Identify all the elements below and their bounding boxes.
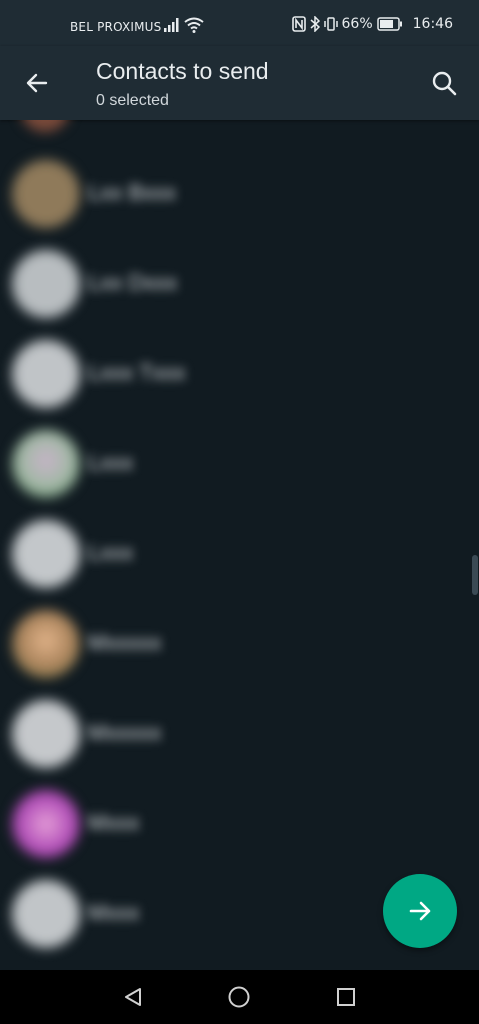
contact-row[interactable]: Mxxxxx [0, 690, 479, 780]
signal-icon [164, 18, 179, 32]
contact-name: Lxxx [88, 450, 134, 475]
arrow-right-icon [409, 901, 431, 921]
battery-icon [376, 17, 402, 31]
contact-name: Mxxx [88, 900, 140, 925]
search-button[interactable] [427, 66, 461, 100]
arrow-left-icon [26, 73, 48, 93]
contact-name: Lxxx Txxx [88, 360, 186, 385]
avatar [12, 520, 80, 588]
nav-recents-button[interactable] [326, 977, 366, 1017]
clock: 16:46 [412, 16, 453, 32]
contact-name: Mxxx [88, 810, 140, 835]
status-right-group: 66% 16:46 [291, 16, 453, 32]
bluetooth-icon [310, 16, 320, 32]
send-fab-button[interactable] [383, 874, 457, 948]
scrollbar-thumb[interactable] [472, 555, 478, 595]
avatar [12, 430, 80, 498]
contact-name: Mxxxxx [88, 630, 162, 655]
status-bar: BEL PROXIMUS 66% 16:46 [0, 0, 479, 46]
contact-name: Lxx Dxxx [88, 270, 178, 295]
app-bar: Contacts to send 0 selected [0, 46, 479, 120]
avatar [12, 880, 80, 948]
page-title: Contacts to send [96, 58, 269, 84]
search-icon [432, 71, 457, 96]
nfc-icon [291, 16, 306, 32]
contact-list[interactable]: Lxx Bxxx Lxx Dxxx Lxxx Txxx Lxxx Lxxx Mx… [0, 120, 479, 970]
back-button[interactable] [20, 66, 54, 100]
avatar [12, 160, 80, 228]
avatar [12, 610, 80, 678]
nav-recents-icon [336, 988, 355, 1006]
contact-name: Lxx Bxxx [88, 180, 177, 205]
wifi-icon [184, 17, 204, 33]
partial-avatar [20, 120, 70, 132]
contact-name: Mxxxxx [88, 720, 162, 745]
contact-row[interactable]: Lxx Bxxx [0, 150, 479, 240]
contact-row[interactable]: Mxxx [0, 780, 479, 870]
battery-percent: 66% [341, 16, 373, 32]
selection-count: 0 selected [96, 92, 169, 109]
vibrate-icon [323, 17, 338, 31]
contact-row[interactable]: Lxx Dxxx [0, 240, 479, 330]
contact-name: Lxxx [88, 540, 134, 565]
avatar [12, 340, 80, 408]
nav-home-icon [228, 986, 250, 1008]
contact-row[interactable]: Mxxxxx [0, 600, 479, 690]
contact-row[interactable]: Lxxx [0, 420, 479, 510]
nav-home-button[interactable] [219, 977, 259, 1017]
nav-back-button[interactable] [113, 977, 153, 1017]
carrier-label: BEL PROXIMUS [70, 20, 162, 34]
contact-row[interactable]: Lxxx Txxx [0, 330, 479, 420]
avatar [12, 790, 80, 858]
avatar [12, 250, 80, 318]
system-nav-bar [0, 970, 479, 1024]
avatar [12, 700, 80, 768]
contact-row[interactable]: Lxxx [0, 510, 479, 600]
nav-back-icon [125, 988, 142, 1006]
